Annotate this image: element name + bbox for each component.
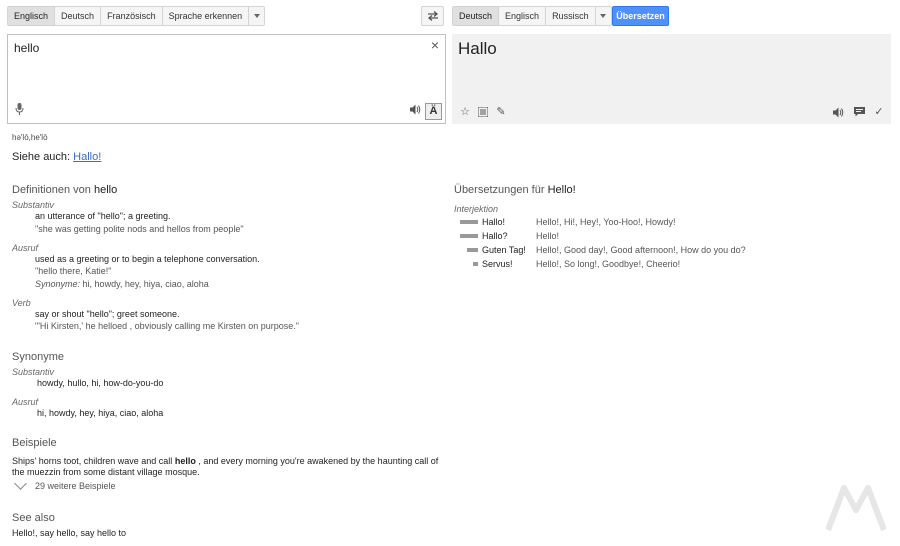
source-text[interactable]: hello [14, 41, 39, 55]
frequency-bar [454, 262, 480, 266]
example-sentence: Ships' horns toot, children wave and cal… [12, 456, 442, 478]
reverse-translations: Hello!, So long!, Goodbye!, Cheerio! [536, 259, 681, 269]
source-language-bar: Englisch Deutsch Französisch Sprache erk… [7, 6, 266, 26]
checkmark-icon[interactable]: ✓ [873, 106, 885, 118]
definitions-title-word: hello [93, 184, 118, 196]
synonyms-words[interactable]: hi, howdy, hey, hiya, ciao, aloha [83, 279, 209, 289]
translation-row: Hallo! Hello!, Hi!, Hey!, Yoo-Hoo!, Howd… [454, 216, 676, 228]
examples-title: Beispiele [12, 437, 57, 449]
source-lang-deutsch[interactable]: Deutsch [55, 7, 102, 25]
definitions-title: Definitionen von hello [12, 184, 117, 196]
translations-title-word: Hello! [547, 184, 576, 196]
translation-word[interactable]: Guten Tag! [480, 245, 536, 255]
reverse-translations: Hello! [536, 231, 560, 241]
swap-icon [427, 11, 438, 21]
speaker-icon[interactable] [410, 104, 422, 118]
chevron-down-icon [14, 477, 27, 490]
watermark-logo-icon [826, 485, 886, 532]
translation-row: Guten Tag! Hello!, Good day!, Good after… [454, 244, 746, 256]
definition-synonyms: Synonyme: hi, howdy, hey, hiya, ciao, al… [35, 279, 209, 289]
synonym-words[interactable]: howdy, hullo, hi, how-do-you-do [37, 378, 163, 388]
target-lang-russisch[interactable]: Russisch [546, 7, 596, 25]
reverse-translations: Hello!, Hi!, Hey!, Yoo-Hoo!, Howdy! [536, 217, 676, 227]
translation-row: Hallo? Hello! [454, 230, 559, 242]
source-lang-dropdown[interactable] [249, 7, 264, 25]
source-lang-detect[interactable]: Sprache erkennen [163, 7, 250, 25]
translation-word[interactable]: Hallo? [480, 231, 536, 241]
see-also-list[interactable]: Hello!, say hello, say hello to [12, 528, 126, 538]
translation-row: Servus! Hello!, So long!, Goodbye!, Chee… [454, 258, 680, 270]
definition-example: "she was getting polite nods and hellos … [35, 224, 244, 234]
chevron-down-icon [600, 14, 607, 18]
definition-text: used as a greeting or to begin a telepho… [35, 254, 260, 264]
definition-example: "hello there, Katie!" [35, 266, 112, 276]
star-icon[interactable]: ☆ [459, 106, 471, 118]
definition-pos: Substantiv [12, 200, 55, 210]
translations-pos: Interjektion [454, 204, 499, 214]
chevron-down-icon [253, 14, 260, 18]
definition-text: an utterance of "hello"; a greeting. [35, 211, 171, 221]
see-also-link[interactable]: Hallo! [73, 151, 101, 163]
example-text-bold: hello [174, 456, 196, 466]
speaker-icon[interactable] [833, 106, 845, 118]
translation-text: Hallo [458, 39, 497, 58]
phonetic-text: hə'lō,he'lō [12, 133, 48, 142]
translations-title-prefix: Übersetzungen für [454, 184, 545, 196]
target-lang-dropdown[interactable] [596, 7, 611, 25]
pencil-icon[interactable]: ✎ [495, 106, 507, 118]
definition-pos: Verb [12, 298, 31, 308]
more-examples-label: 29 weitere Beispiele [35, 481, 116, 491]
synonym-words[interactable]: hi, howdy, hey, hiya, ciao, aloha [37, 408, 163, 418]
definition-text: say or shout "hello"; greet someone. [35, 309, 180, 319]
translation-word[interactable]: Hallo! [480, 217, 536, 227]
translations-title: Übersetzungen für Hello! [454, 184, 576, 196]
frequency-bar [454, 234, 480, 238]
more-examples-button[interactable]: 29 weitere Beispiele [14, 477, 116, 491]
synonym-pos: Ausruf [12, 397, 39, 407]
definition-pos: Ausruf [12, 243, 39, 253]
see-also-top: Siehe auch: Hallo! [12, 151, 101, 163]
target-lang-deutsch[interactable]: Deutsch [453, 7, 500, 25]
frequency-bar [454, 248, 480, 252]
translate-button[interactable]: Übersetzen [612, 6, 669, 26]
example-text-before: Ships' horns toot, children wave and cal… [12, 456, 173, 466]
reverse-translations: Hello!, Good day!, Good afternoon!, How … [536, 245, 746, 255]
source-lang-franzoesisch[interactable]: Französisch [101, 7, 163, 25]
feedback-icon[interactable] [853, 106, 865, 118]
see-also-label: Siehe auch: [12, 151, 71, 163]
synonym-pos: Substantiv [12, 367, 55, 377]
microphone-icon[interactable] [15, 103, 24, 118]
target-lang-englisch[interactable]: Englisch [499, 7, 547, 25]
keyboard-icon[interactable]: Ä [425, 103, 442, 120]
synonyms-title: Synonyme [12, 351, 64, 363]
list-icon[interactable] [477, 106, 489, 118]
translation-word[interactable]: Servus! [480, 259, 536, 269]
frequency-bar [454, 220, 480, 224]
translation-output-box: Hallo ☆ ✎ ✓ [452, 34, 891, 124]
see-also-title: See also [12, 512, 55, 524]
swap-languages-button[interactable] [421, 6, 444, 26]
clear-icon[interactable]: × [431, 37, 439, 53]
definition-example: "'Hi Kirsten,' he helloed , obviously ca… [35, 321, 299, 331]
source-input-box[interactable]: hello × Ä [7, 34, 446, 124]
synonyms-label: Synonyme: [35, 279, 81, 289]
definitions-title-prefix: Definitionen von [12, 184, 91, 196]
source-lang-englisch[interactable]: Englisch [8, 7, 56, 25]
target-language-bar: Deutsch Englisch Russisch [452, 6, 612, 26]
